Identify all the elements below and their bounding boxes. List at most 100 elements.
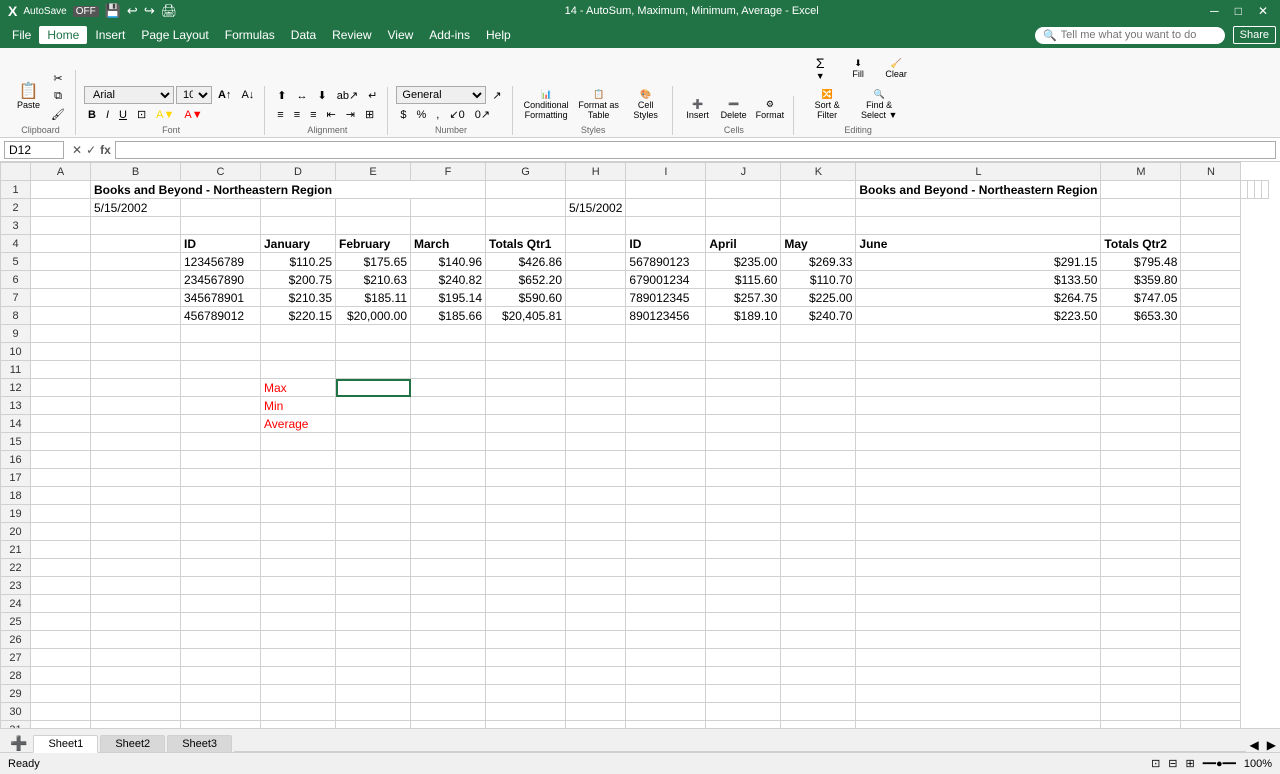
cell-M5[interactable]: $795.48	[1101, 253, 1181, 271]
cell-C6[interactable]: 234567890	[181, 271, 261, 289]
cell-G29[interactable]	[486, 685, 566, 703]
cell-A4[interactable]	[31, 235, 91, 253]
cell-C7[interactable]: 345678901	[181, 289, 261, 307]
cell-E15[interactable]	[336, 433, 411, 451]
cell-D10[interactable]	[261, 343, 336, 361]
cell-H3[interactable]	[566, 217, 626, 235]
menu-data[interactable]: Data	[283, 26, 324, 44]
row-header-6[interactable]: 6	[1, 271, 31, 289]
cell-C11[interactable]	[181, 361, 261, 379]
cell-M26[interactable]	[1101, 631, 1181, 649]
cell-A19[interactable]	[31, 505, 91, 523]
cell-E7[interactable]: $185.11	[336, 289, 411, 307]
cell-H31[interactable]	[566, 721, 626, 729]
cell-H10[interactable]	[566, 343, 626, 361]
italic-button[interactable]: I	[102, 107, 113, 123]
cell-A20[interactable]	[31, 523, 91, 541]
insert-function-icon[interactable]: fx	[100, 143, 111, 157]
cell-N11[interactable]	[1181, 361, 1241, 379]
cell-E6[interactable]: $210.63	[336, 271, 411, 289]
cell-M30[interactable]	[1101, 703, 1181, 721]
decrease-indent-button[interactable]: ⇤	[323, 106, 340, 123]
cell-L19[interactable]	[856, 505, 1101, 523]
cell-B3[interactable]	[91, 217, 181, 235]
cell-L28[interactable]	[856, 667, 1101, 685]
formula-input[interactable]	[115, 141, 1276, 159]
autosave-toggle[interactable]: OFF	[73, 6, 99, 17]
name-box[interactable]: D12	[4, 141, 64, 159]
cell-B27[interactable]	[91, 649, 181, 667]
cell-A1[interactable]	[31, 181, 91, 199]
row-header-7[interactable]: 7	[1, 289, 31, 307]
cell-L16[interactable]	[856, 451, 1101, 469]
col-header-n[interactable]: N	[1181, 163, 1241, 181]
cell-H2[interactable]: 5/15/2002	[566, 199, 626, 217]
cell-L6[interactable]: $133.50	[856, 271, 1101, 289]
cell-G25[interactable]	[486, 613, 566, 631]
row-header-30[interactable]: 30	[1, 703, 31, 721]
cell-L5[interactable]: $291.15	[856, 253, 1101, 271]
cell-H15[interactable]	[566, 433, 626, 451]
cell-N5[interactable]	[1181, 253, 1241, 271]
cell-F20[interactable]	[411, 523, 486, 541]
cell-N13[interactable]	[1181, 397, 1241, 415]
cell-styles-button[interactable]: 🎨CellStyles	[626, 86, 666, 123]
zoom-slider[interactable]: ━━●━━	[1203, 757, 1236, 770]
cell-I23[interactable]	[626, 577, 706, 595]
cell-H19[interactable]	[566, 505, 626, 523]
cell-E21[interactable]	[336, 541, 411, 559]
cell-G10[interactable]	[486, 343, 566, 361]
cell-L4[interactable]: June	[856, 235, 1101, 253]
cell-D28[interactable]	[261, 667, 336, 685]
cell-H1[interactable]: Books and Beyond - Northeastern Region	[856, 181, 1101, 199]
insert-cells-button[interactable]: ➕Insert	[681, 96, 715, 123]
cell-K22[interactable]	[781, 559, 856, 577]
cell-I27[interactable]	[626, 649, 706, 667]
cell-E23[interactable]	[336, 577, 411, 595]
cell-J2[interactable]	[706, 199, 781, 217]
cell-M11[interactable]	[1101, 361, 1181, 379]
clear-button[interactable]: 🧹Clear	[878, 55, 914, 82]
cell-D30[interactable]	[261, 703, 336, 721]
cell-J15[interactable]	[706, 433, 781, 451]
cell-G20[interactable]	[486, 523, 566, 541]
cell-H22[interactable]	[566, 559, 626, 577]
cell-G8[interactable]: $20,405.81	[486, 307, 566, 325]
row-header-8[interactable]: 8	[1, 307, 31, 325]
cell-N30[interactable]	[1181, 703, 1241, 721]
cell-G21[interactable]	[486, 541, 566, 559]
cell-G18[interactable]	[486, 487, 566, 505]
cell-D18[interactable]	[261, 487, 336, 505]
bold-button[interactable]: B	[84, 107, 100, 123]
cell-C3[interactable]	[181, 217, 261, 235]
cell-M18[interactable]	[1101, 487, 1181, 505]
cell-K27[interactable]	[781, 649, 856, 667]
cell-M6[interactable]: $359.80	[1101, 271, 1181, 289]
cell-M23[interactable]	[1101, 577, 1181, 595]
cell-H14[interactable]	[566, 415, 626, 433]
cell-H18[interactable]	[566, 487, 626, 505]
cell-D29[interactable]	[261, 685, 336, 703]
cell-G7[interactable]: $590.60	[486, 289, 566, 307]
undo-icon[interactable]: ↩	[127, 3, 138, 19]
cell-G11[interactable]	[486, 361, 566, 379]
cell-E3[interactable]	[336, 217, 411, 235]
col-header-e[interactable]: E	[336, 163, 411, 181]
align-right-button[interactable]: ≡	[306, 107, 320, 123]
cell-F7[interactable]: $195.14	[411, 289, 486, 307]
cell-D15[interactable]	[261, 433, 336, 451]
row-header-17[interactable]: 17	[1, 469, 31, 487]
cell-H7[interactable]	[566, 289, 626, 307]
confirm-formula-icon[interactable]: ✓	[86, 143, 96, 157]
cell-L23[interactable]	[856, 577, 1101, 595]
cell-H4[interactable]	[566, 235, 626, 253]
cell-N17[interactable]	[1181, 469, 1241, 487]
cell-H28[interactable]	[566, 667, 626, 685]
row-header-25[interactable]: 25	[1, 613, 31, 631]
cell-F28[interactable]	[411, 667, 486, 685]
cell-K11[interactable]	[781, 361, 856, 379]
cell-N20[interactable]	[1181, 523, 1241, 541]
cell-C5[interactable]: 123456789	[181, 253, 261, 271]
cell-G14[interactable]	[486, 415, 566, 433]
cell-N15[interactable]	[1181, 433, 1241, 451]
